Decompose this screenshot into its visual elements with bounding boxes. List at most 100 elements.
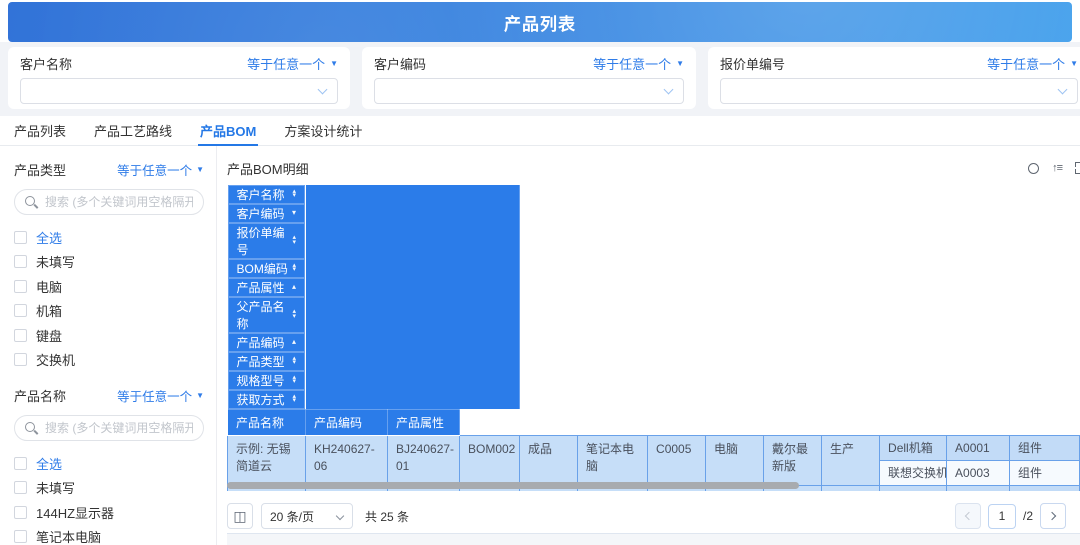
checkbox[interactable]	[14, 506, 27, 519]
page-total: /2	[1023, 509, 1033, 523]
filter-condition-dropdown[interactable]: 等于任意一个 ▼	[247, 54, 338, 73]
caret-down-icon: ▼	[330, 60, 338, 68]
table-cell: 成品	[520, 435, 578, 485]
table-cell: 笔记本电脑	[578, 435, 648, 485]
customer-code-select[interactable]	[374, 78, 684, 104]
sort-asc-icon[interactable]: ▴	[292, 338, 296, 346]
tab-product-list[interactable]: 产品列表	[14, 116, 66, 145]
sort-icon[interactable]: ▴▾	[292, 357, 296, 366]
tab-product-bom[interactable]: 产品BOM	[200, 116, 256, 145]
filter-label: 客户名称	[20, 54, 72, 73]
product-name-options: 全选未填写144HZ显示器笔记本电脑雷蛇键盘雷蛇鼠标	[14, 451, 204, 545]
child-column-header[interactable]: 产品名称	[228, 409, 306, 435]
child-column-header[interactable]: 产品编码	[306, 409, 388, 435]
section-title: 产品类型	[14, 160, 66, 179]
column-header[interactable]: 父产品名称▴▾	[228, 297, 306, 333]
sort-asc-icon[interactable]: ▴	[292, 283, 296, 291]
section-condition-dropdown[interactable]: 等于任意一个 ▼	[117, 160, 204, 179]
column-header[interactable]: 产品类型▴▾	[228, 352, 306, 371]
checkbox-option[interactable]: 144HZ显示器	[14, 500, 204, 525]
child-table-cell: 组件	[1010, 460, 1080, 485]
prev-page-button[interactable]	[955, 503, 981, 529]
column-sort-icon[interactable]: ↑≡	[1052, 163, 1062, 174]
checkbox-option[interactable]: 全选	[14, 225, 204, 250]
next-page-button[interactable]	[1040, 503, 1066, 529]
filter-label: 客户编码	[374, 54, 426, 73]
column-header[interactable]: 产品编码▴	[228, 333, 306, 352]
filter-condition-dropdown[interactable]: 等于任意一个 ▼	[593, 54, 684, 73]
pagination-bar: ◫ 20 条/页 共 25 条 /2	[227, 491, 1080, 533]
checkbox[interactable]	[14, 329, 27, 342]
customer-name-select[interactable]	[20, 78, 338, 104]
column-header[interactable]: 客户编码▾	[228, 204, 306, 223]
filter-dropdown-icon[interactable]: ▾	[292, 209, 296, 217]
column-header[interactable]: 客户名称▴▾	[228, 185, 306, 204]
checkbox-option[interactable]: 全选	[14, 451, 204, 476]
checkbox-option[interactable]: 未填写	[14, 250, 204, 275]
checkbox-option[interactable]: 未填写	[14, 476, 204, 501]
quote-number-select[interactable]	[720, 78, 1078, 104]
search-input[interactable]	[45, 195, 193, 209]
column-header[interactable]: 报价单编号▴▾	[228, 223, 306, 259]
checkbox-option[interactable]: 电脑	[14, 274, 204, 299]
chevron-down-icon	[1058, 85, 1068, 95]
sort-icon[interactable]: ▴▾	[292, 395, 296, 404]
product-name-search	[14, 415, 204, 441]
table-cell: 戴尔最新版	[764, 435, 822, 485]
search-input[interactable]	[45, 421, 193, 435]
refresh-icon[interactable]	[1028, 163, 1039, 174]
caret-down-icon: ▼	[196, 166, 204, 174]
option-label: 144HZ显示器	[36, 503, 114, 522]
column-header[interactable]: BOM编码▴▾	[228, 259, 306, 278]
page-size-select[interactable]: 20 条/页	[261, 503, 353, 529]
section-condition-dropdown[interactable]: 等于任意一个 ▼	[117, 386, 204, 405]
child-column-header[interactable]: 产品属性	[388, 409, 460, 435]
fullscreen-icon[interactable]	[1075, 162, 1080, 174]
caret-down-icon: ▼	[676, 60, 684, 68]
product-type-options: 全选未填写电脑机箱键盘交换机	[14, 225, 204, 372]
checkbox-option[interactable]: 键盘	[14, 323, 204, 348]
sort-icon[interactable]: ▴▾	[292, 376, 296, 385]
product-type-search	[14, 189, 204, 215]
sort-icon[interactable]: ▴▾	[292, 190, 296, 199]
filter-card-customer-name: 客户名称 等于任意一个 ▼	[8, 47, 350, 109]
column-settings-button[interactable]: ◫	[227, 503, 253, 529]
sort-icon[interactable]: ▴▾	[292, 264, 296, 273]
column-header[interactable]: 获取方式▴▾	[228, 390, 306, 409]
sort-icon[interactable]: ▴▾	[292, 236, 296, 245]
page-number-input[interactable]	[988, 504, 1016, 529]
filter-card-customer-code: 客户编码 等于任意一个 ▼	[362, 47, 696, 109]
child-table-cell: A0003	[947, 460, 1010, 485]
table-cell: KH240627-06	[306, 435, 388, 485]
table-cell: BOM002	[460, 435, 520, 485]
checkbox[interactable]	[14, 304, 27, 317]
checkbox[interactable]	[14, 530, 27, 543]
search-icon	[25, 422, 38, 435]
tab-design-stats[interactable]: 方案设计统计	[284, 116, 362, 145]
table-cell: 电脑	[706, 435, 764, 485]
checkbox[interactable]	[14, 457, 27, 470]
filter-condition-dropdown[interactable]: 等于任意一个 ▼	[987, 54, 1078, 73]
option-label: 电脑	[36, 277, 62, 296]
option-label: 笔记本电脑	[36, 527, 101, 545]
child-table-cell: A0001	[947, 435, 1010, 460]
checkbox[interactable]	[14, 255, 27, 268]
horizontal-scrollbar[interactable]	[227, 482, 799, 489]
table-title: 产品BOM明细	[227, 159, 309, 178]
checkbox-option[interactable]: 机箱	[14, 299, 204, 324]
sort-icon[interactable]: ▴▾	[292, 310, 296, 319]
checkbox[interactable]	[14, 280, 27, 293]
checkbox[interactable]	[14, 481, 27, 494]
checkbox[interactable]	[14, 353, 27, 366]
child-group-header	[306, 185, 520, 410]
table-cell: 生产	[822, 435, 880, 485]
column-header[interactable]: 产品属性▴	[228, 278, 306, 297]
checkbox-option[interactable]: 笔记本电脑	[14, 525, 204, 545]
option-label: 键盘	[36, 326, 62, 345]
column-header[interactable]: 规格型号▴▾	[228, 371, 306, 390]
filter-card-quote-number: 报价单编号 等于任意一个 ▼	[708, 47, 1080, 109]
checkbox-option[interactable]: 交换机	[14, 348, 204, 373]
tab-process-route[interactable]: 产品工艺路线	[94, 116, 172, 145]
child-table-cell: Dell机箱	[880, 485, 947, 491]
checkbox[interactable]	[14, 231, 27, 244]
